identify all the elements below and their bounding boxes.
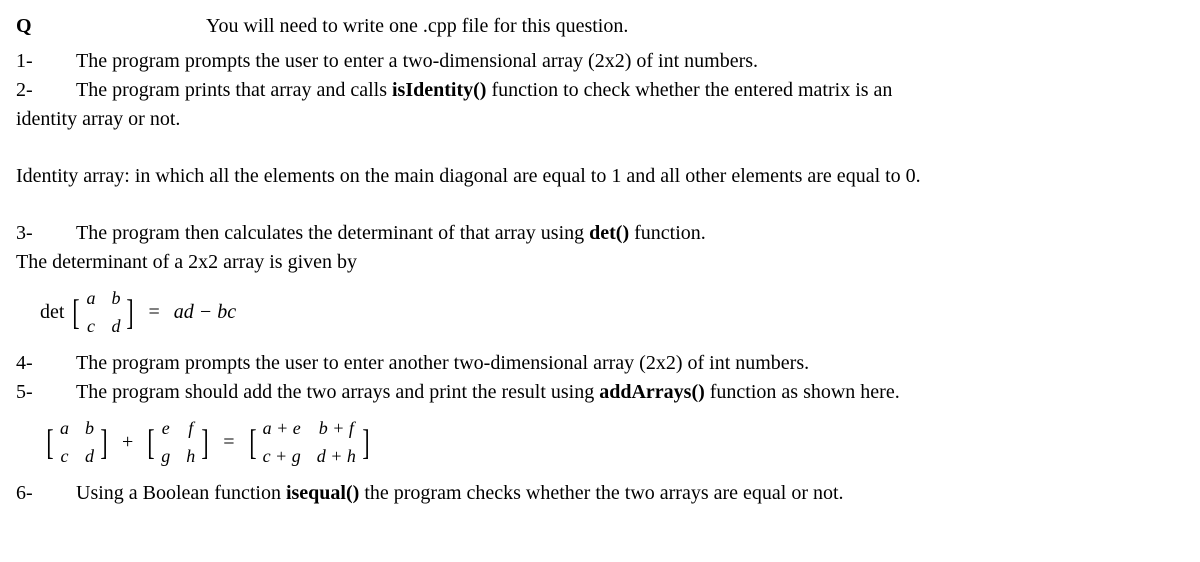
function-name: isequal(): [286, 482, 359, 504]
text-after: function.: [629, 222, 706, 244]
item-1: 1- The program prompts the user to enter…: [16, 47, 1184, 76]
text-after: function to check whether the entered ma…: [486, 79, 892, 101]
matrix-cell: d: [111, 313, 120, 339]
item-text: The program prompts the user to enter an…: [76, 349, 1184, 378]
matrix-grid: a + e b + f c + g d + h: [259, 415, 360, 469]
det-formula: det [ a b c d ] = ad − bc: [40, 285, 1184, 339]
matrix-grid: e f g h: [157, 415, 199, 469]
text-before: The program then calculates the determin…: [76, 222, 589, 244]
matrix-cell: h: [186, 443, 195, 469]
item-label: 4-: [16, 349, 76, 378]
bracket-left-icon: [: [46, 424, 53, 460]
equals-sign: =: [148, 298, 159, 327]
matrix-cell: b + f: [317, 415, 356, 441]
matrix-cell: g: [161, 443, 170, 469]
matrix-cell: d: [85, 443, 94, 469]
bracket-right-icon: ]: [100, 424, 107, 460]
text-before: Using a Boolean function: [76, 482, 286, 504]
matrix-cell: e: [161, 415, 170, 441]
item-2-continuation: identity array or not.: [16, 105, 1184, 134]
matrix-cell: c: [60, 443, 69, 469]
item-2: 2- The program prints that array and cal…: [16, 76, 1184, 105]
matrix-cell: f: [186, 415, 195, 441]
matrix-cell: c + g: [263, 443, 301, 469]
text-after: function as shown here.: [705, 381, 900, 403]
bracket-left-icon: [: [249, 424, 256, 460]
item-4: 4- The program prompts the user to enter…: [16, 349, 1184, 378]
item-text: Using a Boolean function isequal() the p…: [76, 479, 1184, 508]
item-text: The program should add the two arrays an…: [76, 378, 1184, 407]
item-text: The program then calculates the determin…: [76, 219, 1184, 248]
item-5: 5- The program should add the two arrays…: [16, 378, 1184, 407]
matrix-cell: b: [111, 285, 120, 311]
text-before: The program should add the two arrays an…: [76, 381, 599, 403]
matrix-grid: a b c d: [56, 415, 98, 469]
question-header: Q You will need to write one .cpp file f…: [16, 12, 1184, 41]
add-formula: [ a b c d ] + [ e f g h ] = [ a + e b + …: [40, 415, 1184, 469]
matrix-grid: a b c d: [82, 285, 124, 339]
bracket-left-icon: [: [148, 424, 155, 460]
matrix-b: [ e f g h ]: [145, 415, 211, 469]
item-3-continuation: The determinant of a 2x2 array is given …: [16, 248, 1184, 277]
matrix-a: [ a b c d ]: [44, 415, 110, 469]
header-instruction: You will need to write one .cpp file for…: [76, 12, 1184, 41]
matrix-1: [ a b c d ]: [70, 285, 136, 339]
matrix-cell: a + e: [263, 415, 301, 441]
item-label: 6-: [16, 479, 76, 508]
item-text: The program prints that array and calls …: [76, 76, 1184, 105]
text-before: The program prints that array and calls: [76, 79, 392, 101]
text-after: the program checks whether the two array…: [359, 482, 843, 504]
item-label: 2-: [16, 76, 76, 105]
function-name: addArrays(): [599, 381, 705, 403]
plus-sign: +: [122, 428, 133, 457]
item-label: 5-: [16, 378, 76, 407]
matrix-cell: b: [85, 415, 94, 441]
det-rhs: ad − bc: [174, 298, 236, 327]
matrix-cell: c: [86, 313, 95, 339]
equals-sign: =: [223, 428, 234, 457]
bracket-right-icon: ]: [127, 294, 134, 330]
matrix-cell: a: [86, 285, 95, 311]
matrix-cell: d + h: [317, 443, 356, 469]
function-name: isIdentity(): [392, 79, 486, 101]
det-label: det: [40, 298, 64, 327]
q-label: Q: [16, 12, 76, 41]
item-text: The program prompts the user to enter a …: [76, 47, 1184, 76]
bracket-right-icon: ]: [202, 424, 209, 460]
matrix-result: [ a + e b + f c + g d + h ]: [247, 415, 372, 469]
item-label: 3-: [16, 219, 76, 248]
identity-definition: Identity array: in which all the element…: [16, 162, 1184, 191]
item-3: 3- The program then calculates the deter…: [16, 219, 1184, 248]
bracket-right-icon: ]: [362, 424, 369, 460]
matrix-cell: a: [60, 415, 69, 441]
item-6: 6- Using a Boolean function isequal() th…: [16, 479, 1184, 508]
item-label: 1-: [16, 47, 76, 76]
function-name: det(): [589, 222, 629, 244]
bracket-left-icon: [: [73, 294, 80, 330]
